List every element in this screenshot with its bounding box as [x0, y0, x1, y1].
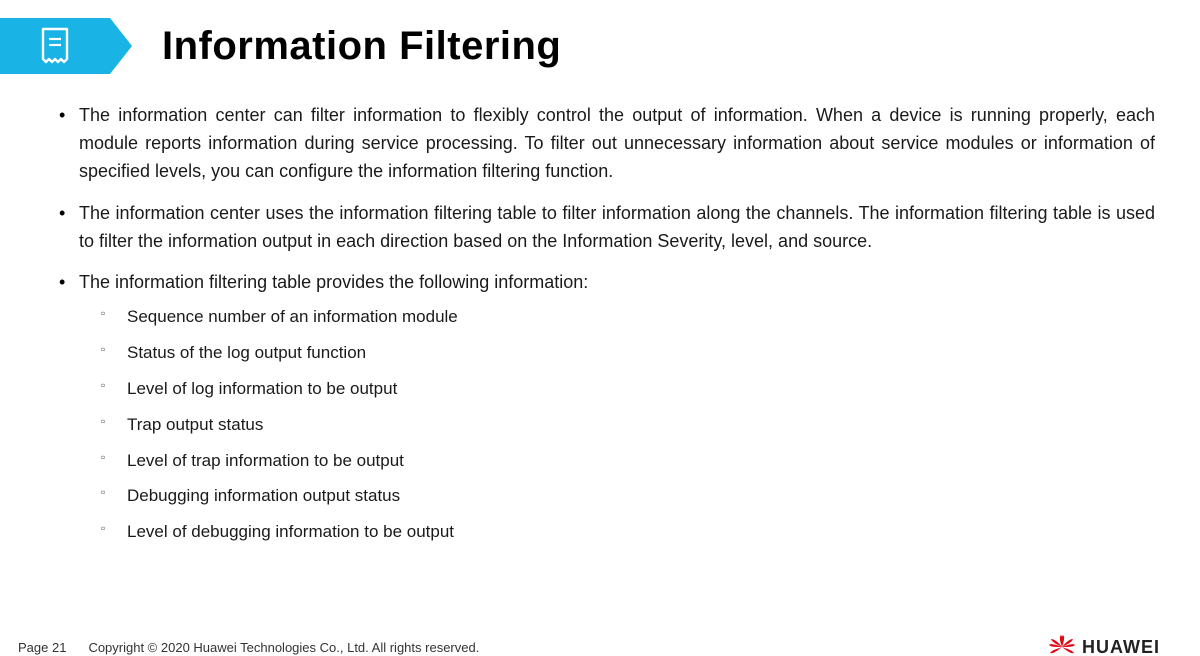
list-item: Status of the log output function: [79, 341, 1155, 365]
page-number: Page 21: [18, 640, 66, 655]
slide-header: Information Filtering: [0, 18, 1200, 74]
list-item: The information filtering table provides…: [55, 269, 1155, 543]
page-title: Information Filtering: [162, 24, 561, 69]
list-item: The information center can filter inform…: [55, 102, 1155, 186]
list-item: Sequence number of an information module: [79, 305, 1155, 329]
slide-content: The information center can filter inform…: [55, 102, 1155, 544]
list-item-text: The information filtering table provides…: [79, 272, 588, 292]
brand-logo: HUAWEI: [1048, 634, 1160, 656]
list-item: Level of log information to be output: [79, 377, 1155, 401]
huawei-icon: [1048, 634, 1076, 656]
copyright-text: Copyright © 2020 Huawei Technologies Co.…: [88, 640, 479, 655]
list-item: Debugging information output status: [79, 484, 1155, 508]
document-icon: [0, 18, 110, 74]
list-item: Level of trap information to be output: [79, 449, 1155, 473]
sub-bullet-list: Sequence number of an information module…: [79, 305, 1155, 544]
main-bullet-list: The information center can filter inform…: [55, 102, 1155, 544]
slide: Information Filtering The information ce…: [0, 18, 1200, 656]
chevron-right-icon: [110, 18, 132, 74]
list-item: Level of debugging information to be out…: [79, 520, 1155, 544]
brand-name: HUAWEI: [1082, 637, 1160, 656]
list-item: Trap output status: [79, 413, 1155, 437]
list-item: The information center uses the informat…: [55, 200, 1155, 256]
title-badge: [0, 18, 132, 74]
slide-footer: Page 21 Copyright © 2020 Huawei Technolo…: [0, 634, 1200, 656]
